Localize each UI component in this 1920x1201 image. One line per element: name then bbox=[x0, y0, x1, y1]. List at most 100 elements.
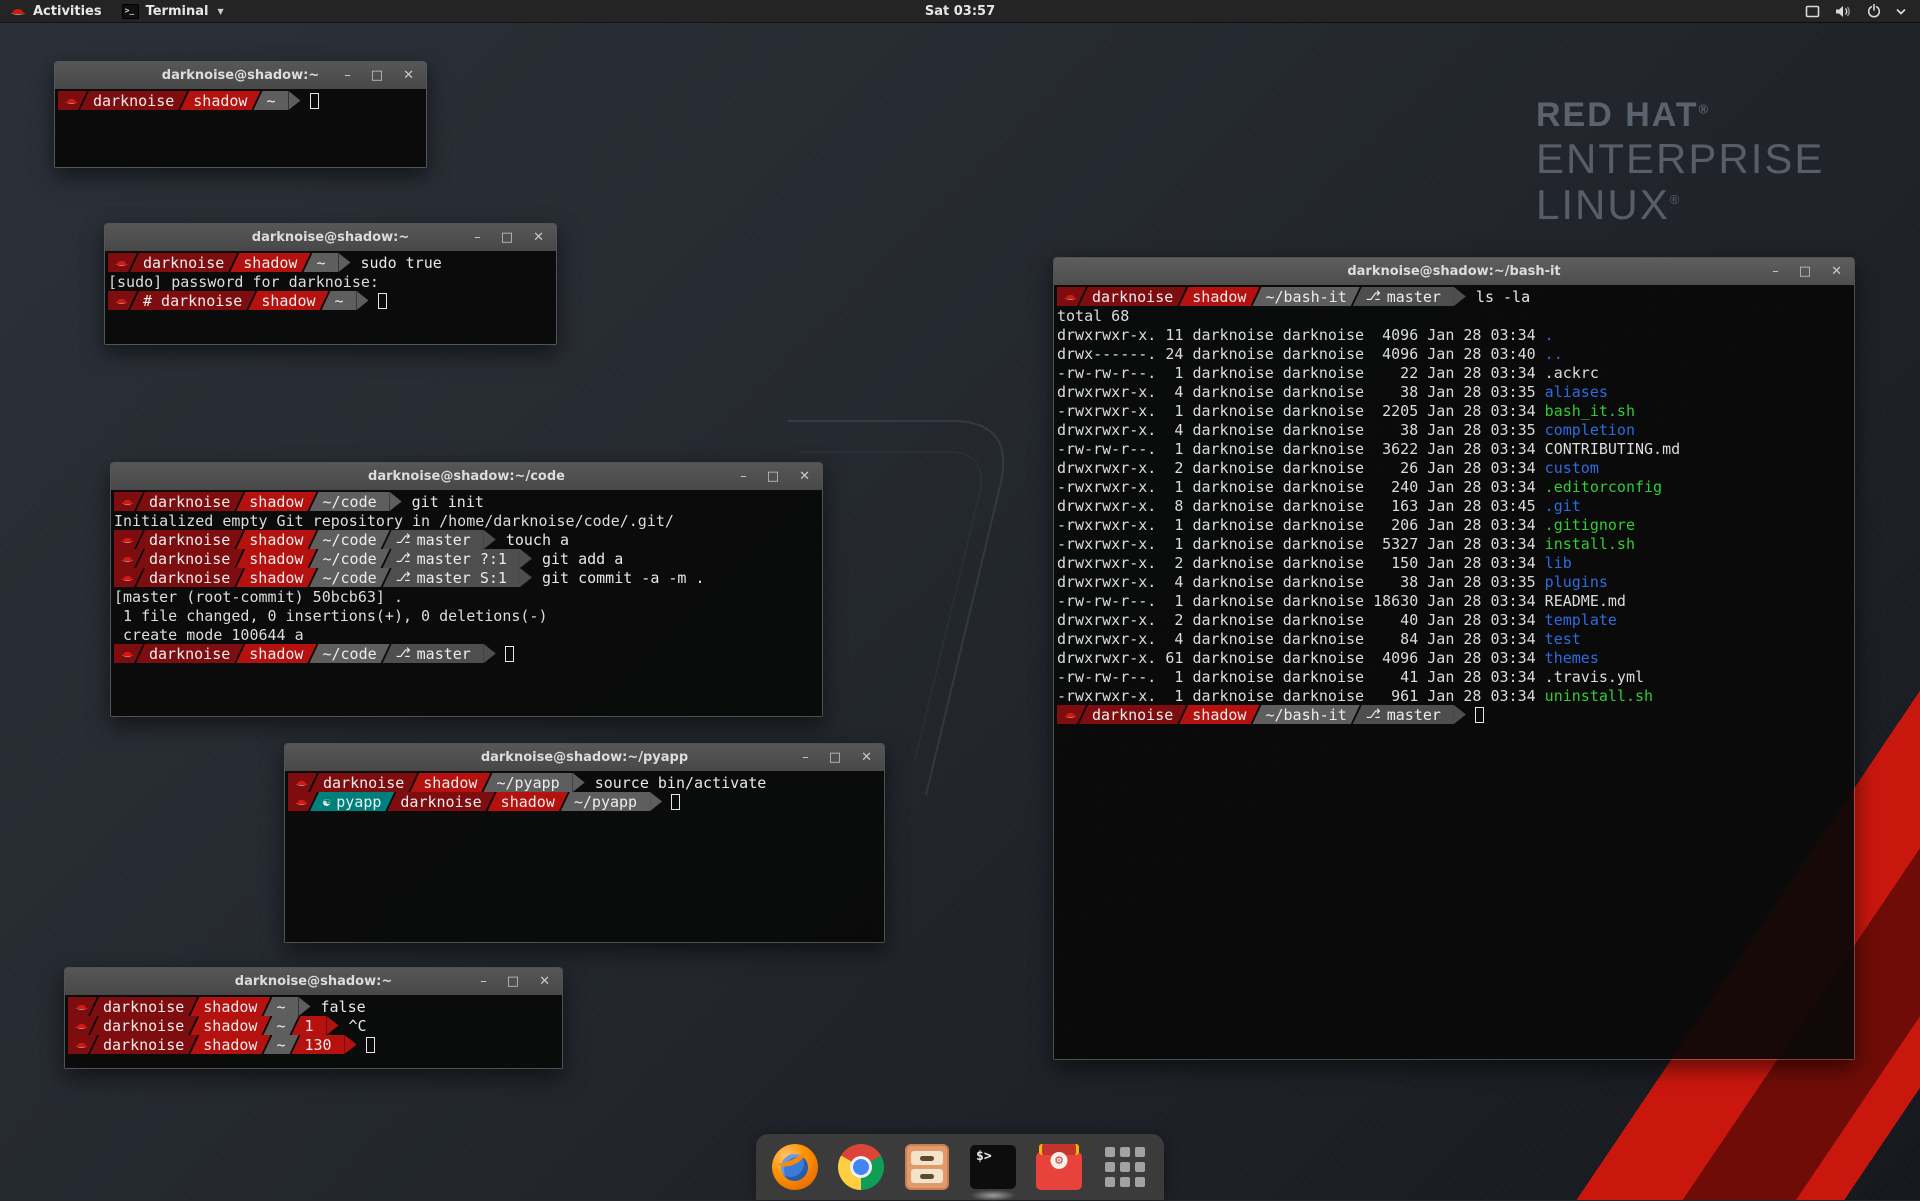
window-titlebar[interactable]: darknoise@shadow:~/code–□✕ bbox=[111, 463, 822, 491]
output-line: drwx------. 24 darknoise darknoise 4096 … bbox=[1057, 344, 1854, 363]
minimize-button[interactable]: – bbox=[474, 231, 481, 244]
dock-firefox-icon[interactable] bbox=[770, 1142, 820, 1192]
prompt-segment-user: darknoise bbox=[136, 549, 243, 568]
output-text: .. bbox=[1545, 344, 1563, 363]
output-text: drwxrwxr-x. 2 darknoise darknoise 26 Jan… bbox=[1057, 458, 1545, 477]
output-text: .git bbox=[1545, 496, 1581, 515]
close-button[interactable]: ✕ bbox=[533, 231, 544, 244]
terminal-screen[interactable]: darknoiseshadow~falsedarknoiseshadow~1^C… bbox=[65, 995, 562, 1068]
prompt-segment-user: darknoise bbox=[136, 568, 243, 587]
output-line: drwxrwxr-x. 4 darknoise darknoise 38 Jan… bbox=[1057, 572, 1854, 591]
dock-terminal-icon[interactable]: $> bbox=[968, 1142, 1018, 1192]
activities-button[interactable]: Activities bbox=[0, 0, 112, 22]
prompt-segment-user: darknoise bbox=[90, 997, 197, 1016]
output-text: test bbox=[1545, 629, 1581, 648]
prompt-segment-path: ~/code bbox=[309, 549, 389, 568]
prompt-segment-host: shadow bbox=[236, 492, 316, 511]
dock-toolbox-icon[interactable]: ⚙ bbox=[1034, 1142, 1084, 1192]
terminal-cursor bbox=[1475, 707, 1484, 723]
prompt-segment-host: shadow bbox=[488, 792, 568, 811]
command-text: ^C bbox=[349, 1016, 367, 1035]
maximize-button[interactable]: □ bbox=[501, 231, 513, 244]
output-text: bash_it.sh bbox=[1545, 401, 1635, 420]
output-text: completion bbox=[1545, 420, 1635, 439]
window-title: darknoise@shadow:~ bbox=[162, 68, 319, 83]
output-text: .editorconfig bbox=[1545, 477, 1662, 496]
prompt-segment-user: darknoise bbox=[90, 1016, 197, 1035]
window-titlebar[interactable]: darknoise@shadow:~–□✕ bbox=[105, 224, 556, 252]
redhat-prompt-icon bbox=[121, 554, 134, 563]
output-line: drwxrwxr-x. 4 darknoise darknoise 38 Jan… bbox=[1057, 420, 1854, 439]
prompt-arrow bbox=[520, 568, 532, 587]
prompt-line: darknoiseshadow~/pyappsource bin/activat… bbox=[288, 773, 884, 792]
toolbox-icon: ⚙ bbox=[1036, 1152, 1082, 1190]
minimize-button[interactable]: – bbox=[802, 751, 809, 764]
terminal-screen[interactable]: darknoiseshadow~sudo true[sudo] password… bbox=[105, 251, 556, 344]
terminal-screen[interactable]: darknoiseshadow~ bbox=[55, 89, 426, 167]
output-line: drwxrwxr-x. 11 darknoise darknoise 4096 … bbox=[1057, 325, 1854, 344]
output-line: -rwxrwxr-x. 1 darknoise darknoise 206 Ja… bbox=[1057, 515, 1854, 534]
redhat-prompt-icon bbox=[75, 1002, 88, 1011]
activities-label: Activities bbox=[33, 4, 102, 19]
maximize-button[interactable]: □ bbox=[371, 69, 383, 82]
prompt-segment-git: ⎇master bbox=[1353, 287, 1454, 306]
maximize-button[interactable]: □ bbox=[767, 470, 779, 483]
output-text: [master (root-commit) 50bcb63] . bbox=[114, 587, 403, 606]
prompt-segment-user: darknoise bbox=[1079, 705, 1186, 724]
close-button[interactable]: ✕ bbox=[799, 470, 810, 483]
minimize-button[interactable]: – bbox=[344, 69, 351, 82]
dock-files-icon[interactable] bbox=[902, 1142, 952, 1192]
terminal-screen[interactable]: darknoiseshadow~/pyappsource bin/activat… bbox=[285, 771, 884, 942]
prompt-arrow bbox=[345, 1035, 357, 1054]
terminal-screen[interactable]: darknoiseshadow~/bash-it⎇masterls -latot… bbox=[1054, 285, 1854, 1059]
prompt-segment-user: darknoise bbox=[130, 253, 237, 272]
output-text: . bbox=[1545, 325, 1554, 344]
output-text: uninstall.sh bbox=[1545, 686, 1653, 705]
output-text: drwxrwxr-x. 2 darknoise darknoise 150 Ja… bbox=[1057, 553, 1545, 572]
rhel-wallpaper-logo: RED HAT® ENTERPRISE LINUX® bbox=[1536, 98, 1824, 226]
dock-app-grid-icon[interactable] bbox=[1100, 1142, 1150, 1192]
maximize-button[interactable]: □ bbox=[829, 751, 841, 764]
output-text: drwxrwxr-x. 4 darknoise darknoise 84 Jan… bbox=[1057, 629, 1545, 648]
terminal-icon: $> bbox=[970, 1145, 1016, 1189]
close-button[interactable]: ✕ bbox=[861, 751, 872, 764]
output-text: [sudo] password for darknoise: bbox=[108, 272, 379, 291]
window-titlebar[interactable]: darknoise@shadow:~/bash-it–□✕ bbox=[1054, 258, 1854, 286]
prompt-segment-path: ~/code bbox=[309, 644, 389, 663]
close-button[interactable]: ✕ bbox=[539, 975, 550, 988]
close-button[interactable]: ✕ bbox=[1831, 265, 1842, 278]
command-text: git commit -a -m . bbox=[542, 568, 705, 587]
window-controls: – □ ✕ bbox=[1772, 258, 1842, 285]
prompt-segment-git: ⎇master bbox=[383, 644, 484, 663]
close-button[interactable]: ✕ bbox=[403, 69, 414, 82]
prompt-arrow bbox=[520, 549, 532, 568]
window-titlebar[interactable]: darknoise@shadow:~–□✕ bbox=[65, 968, 562, 996]
minimize-button[interactable]: – bbox=[1772, 265, 1779, 278]
command-text: git add a bbox=[542, 549, 623, 568]
chevron-down-icon: ▼ bbox=[217, 7, 223, 16]
output-text: plugins bbox=[1545, 572, 1608, 591]
window-icon bbox=[1805, 5, 1820, 18]
prompt-line: ☯pyappdarknoiseshadow~/pyapp bbox=[288, 792, 884, 811]
terminal-cursor bbox=[366, 1037, 375, 1053]
prompt-segment-git: ⎇master bbox=[1353, 705, 1454, 724]
chevron-down-icon bbox=[1896, 8, 1906, 15]
prompt-line: darknoiseshadow~/bash-it⎇masterls -la bbox=[1057, 287, 1854, 306]
maximize-button[interactable]: □ bbox=[507, 975, 519, 988]
prompt-segment-host: shadow bbox=[190, 1016, 270, 1035]
brand-redhat: RED HAT bbox=[1536, 96, 1699, 134]
window-titlebar[interactable]: darknoise@shadow:~ – □ ✕ bbox=[55, 62, 426, 90]
minimize-button[interactable]: – bbox=[740, 470, 747, 483]
terminal-window-code: darknoise@shadow:~/code–□✕darknoiseshado… bbox=[110, 462, 823, 717]
window-controls: – □ ✕ bbox=[474, 224, 544, 251]
prompt-segment-path: ~/pyapp bbox=[561, 792, 650, 811]
system-status-area[interactable] bbox=[1791, 0, 1920, 22]
app-menu-terminal[interactable]: >_ Terminal ▼ bbox=[112, 0, 234, 22]
dock-chrome-icon[interactable] bbox=[836, 1142, 886, 1192]
window-titlebar[interactable]: darknoise@shadow:~/pyapp–□✕ bbox=[285, 744, 884, 772]
prompt-arrow bbox=[573, 773, 585, 792]
maximize-button[interactable]: □ bbox=[1799, 265, 1811, 278]
clock[interactable]: Sat 03:57 bbox=[925, 4, 995, 19]
terminal-screen[interactable]: darknoiseshadow~/codegit initInitialized… bbox=[111, 490, 822, 716]
minimize-button[interactable]: – bbox=[480, 975, 487, 988]
